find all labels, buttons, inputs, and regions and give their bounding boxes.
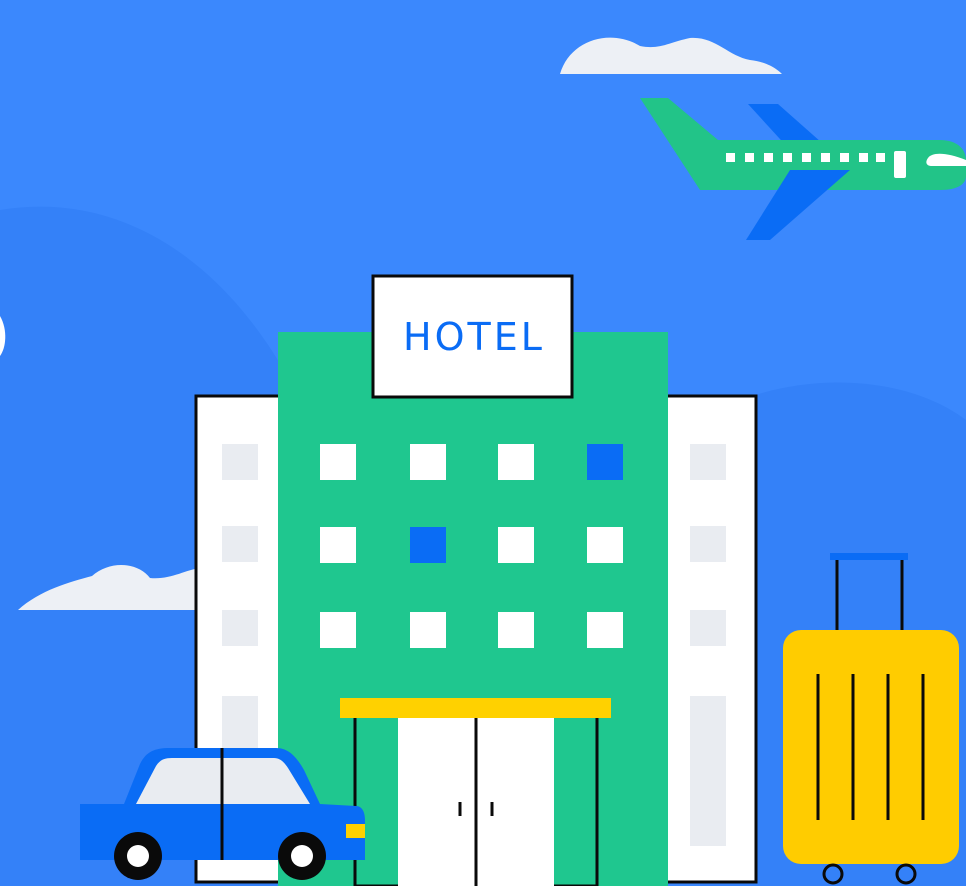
- cloud-icon: [560, 37, 782, 74]
- hotel-sign: HOTEL: [371, 274, 574, 399]
- hotel-sign-text: HOTEL: [403, 315, 545, 359]
- travel-illustration: HOTEL: [0, 37, 966, 886]
- airplane-icon: [640, 98, 966, 240]
